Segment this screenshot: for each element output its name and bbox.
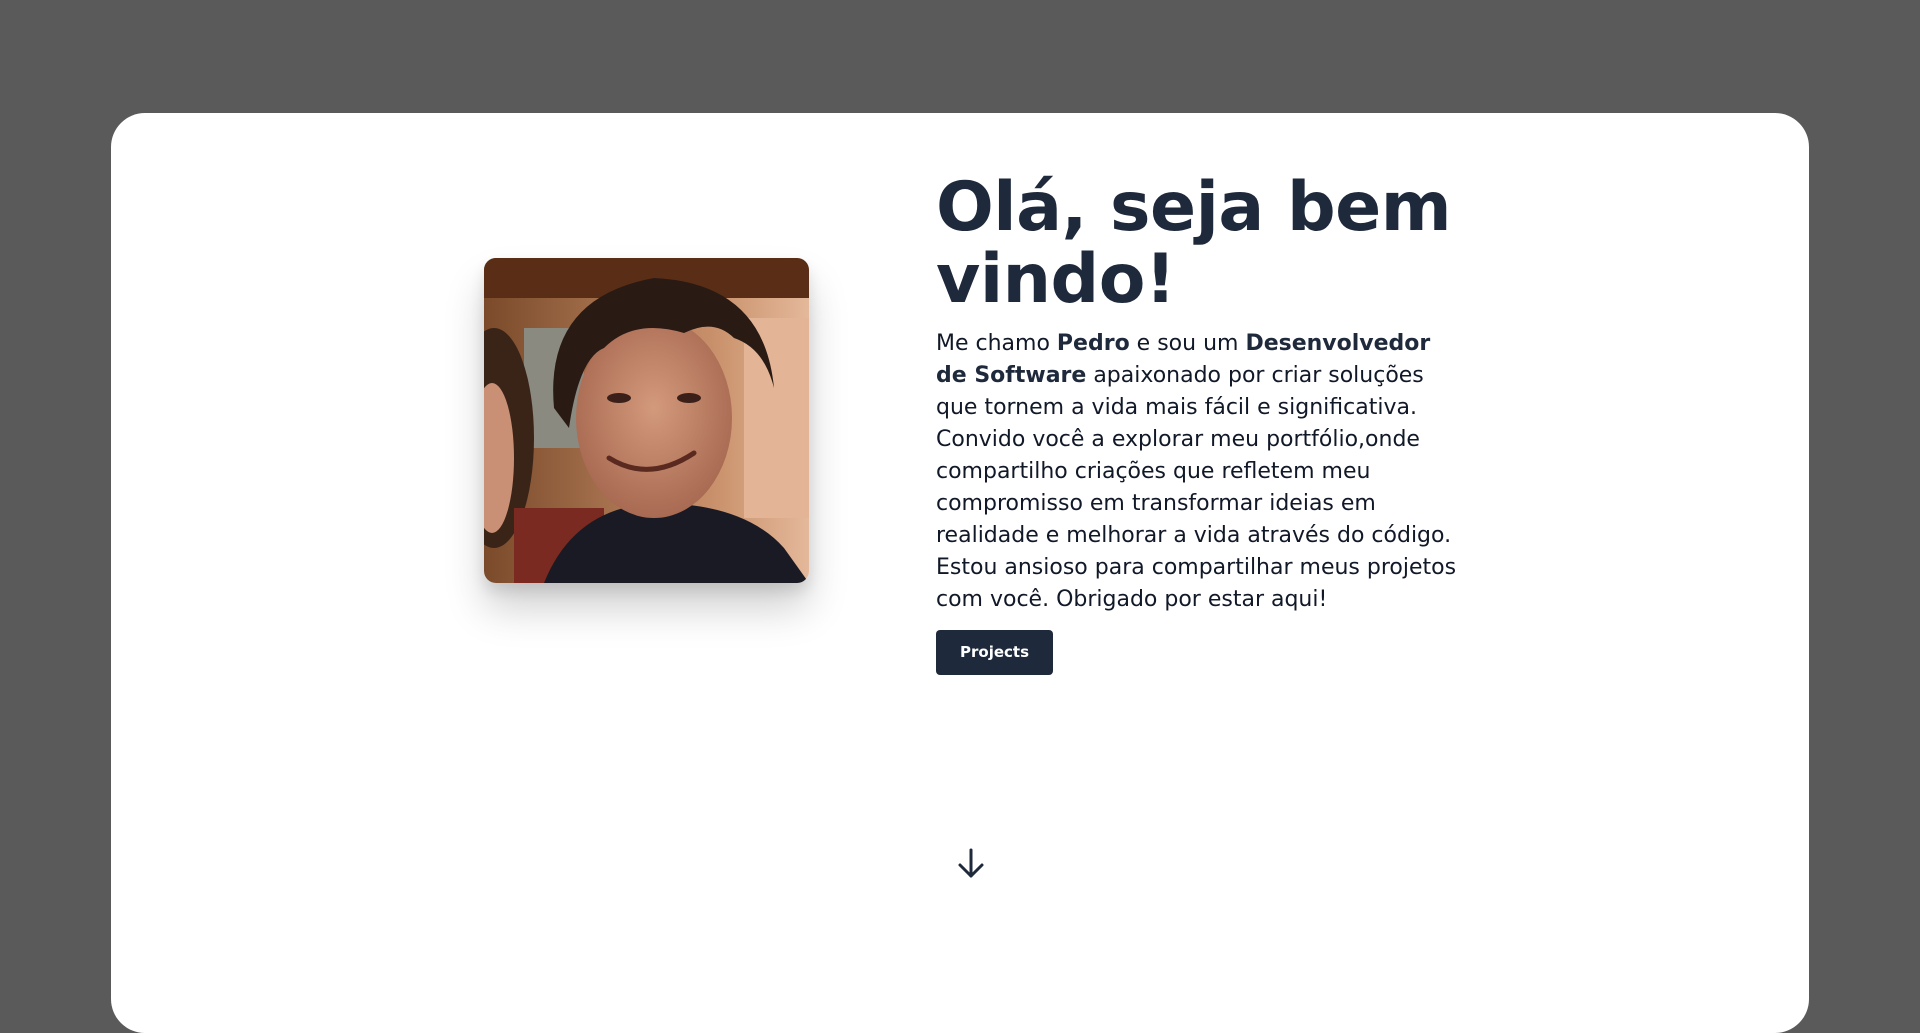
profile-photo [484,258,809,583]
profile-photo-image [484,258,809,583]
arrow-down-icon[interactable] [955,847,987,881]
projects-button[interactable]: Projects [936,630,1054,675]
bio-text-1: Me chamo [936,331,1057,356]
bio-text-2: e sou um [1129,331,1246,356]
page-title: Olá, seja bem vindo! [936,168,1452,319]
bio-name: Pedro [1056,331,1130,356]
hero-bio: Me chamo Pedro e sou um Desenvolvedor de… [936,328,1461,616]
hero-text-block: Olá, seja bem vindo! Me chamo Pedro e so… [936,172,1461,675]
bio-text-3: apaixonado por criar soluções que tornem… [936,363,1457,612]
